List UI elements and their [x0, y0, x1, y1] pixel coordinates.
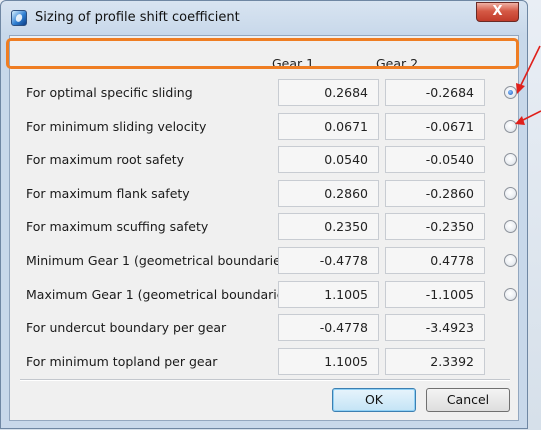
separator: [20, 379, 510, 381]
gear2-value: -0.0671: [385, 113, 485, 140]
gear2-value: 0.4778: [385, 247, 485, 274]
gear2-value: -0.2860: [385, 180, 485, 207]
gear1-value: 0.0671: [278, 113, 379, 140]
highlight-box: [6, 38, 519, 69]
row-label: For minimum topland per gear: [26, 354, 218, 369]
row-label: For optimal specific sliding: [26, 85, 193, 100]
gear2-value: -0.2684: [385, 79, 485, 106]
row-label: For minimum sliding velocity: [26, 119, 207, 134]
radio-button[interactable]: [504, 120, 517, 133]
gear2-value: -3.4923: [385, 314, 485, 341]
gear2-value: -0.2350: [385, 213, 485, 240]
row-label: For maximum scuffing safety: [26, 219, 209, 234]
gear2-value: 2.3392: [385, 348, 485, 375]
row-label: For maximum root safety: [26, 152, 185, 167]
selected-radio-button[interactable]: [504, 86, 517, 99]
radio-button[interactable]: [504, 288, 517, 301]
gear2-value: -0.0540: [385, 146, 485, 173]
radio-button[interactable]: [504, 153, 517, 166]
screenshot-background: Sizing of profile shift coefficient X Ge…: [0, 0, 541, 430]
cancel-button[interactable]: Cancel: [426, 388, 510, 412]
title-bar: Sizing of profile shift coefficient X: [1, 1, 527, 35]
row-label: Maximum Gear 1 (geometrical boundaries): [26, 287, 296, 302]
dialog-content: Gear 1 Gear 2 For optimal specific slidi…: [9, 35, 519, 421]
close-button[interactable]: X: [476, 2, 519, 22]
radio-button[interactable]: [504, 187, 517, 200]
gear1-value: 1.1005: [278, 348, 379, 375]
app-icon: [11, 10, 27, 26]
gear1-value: 1.1005: [278, 281, 379, 308]
row-label: For maximum flank safety: [26, 186, 190, 201]
ok-button[interactable]: OK: [332, 388, 416, 412]
window-title: Sizing of profile shift coefficient: [35, 10, 240, 25]
row-label: For undercut boundary per gear: [26, 320, 227, 335]
row-label: Minimum Gear 1 (geometrical boundaries): [26, 253, 293, 268]
gear1-value: 0.2860: [278, 180, 379, 207]
gear1-value: -0.4778: [278, 314, 379, 341]
gear1-value: 0.2684: [278, 79, 379, 106]
gear2-value: -1.1005: [385, 281, 485, 308]
gear1-value: 0.0540: [278, 146, 379, 173]
gear1-value: 0.2350: [278, 213, 379, 240]
radio-button[interactable]: [504, 254, 517, 267]
radio-button[interactable]: [504, 220, 517, 233]
gear1-value: -0.4778: [278, 247, 379, 274]
